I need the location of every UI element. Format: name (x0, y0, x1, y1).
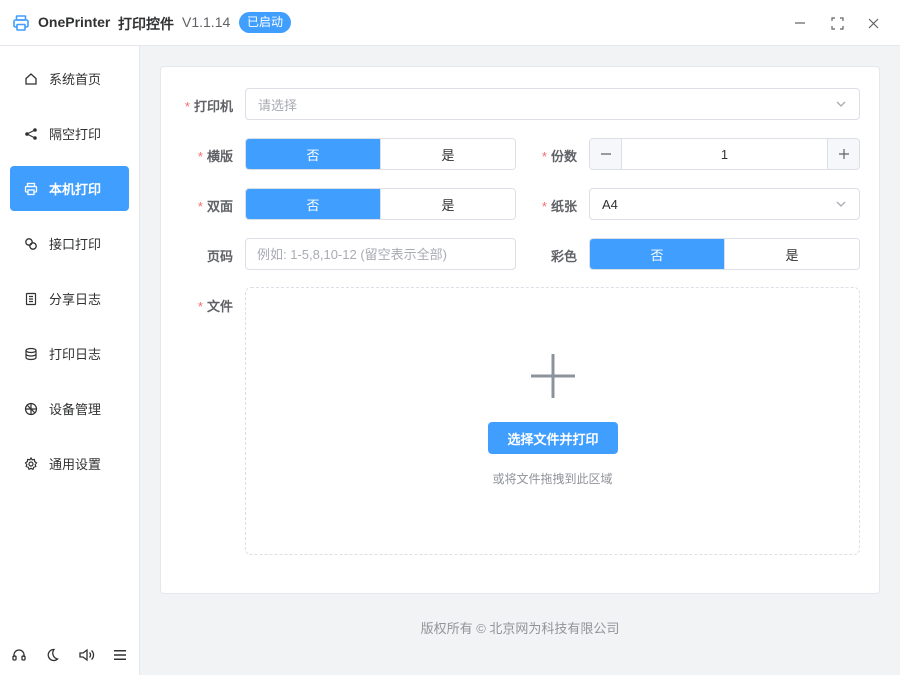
sidebar-item-print-log[interactable]: 打印日志 (10, 331, 129, 376)
printer-select[interactable]: 请选择 (245, 88, 860, 120)
link-icon (24, 237, 38, 251)
database-icon (24, 347, 38, 361)
document-icon (24, 292, 38, 306)
minimize-icon (795, 22, 805, 24)
minus-icon (600, 153, 611, 155)
color-option-no[interactable]: 否 (590, 239, 724, 269)
increment-button[interactable] (827, 139, 859, 169)
sidebar-item-label: 系统首页 (49, 72, 102, 87)
chevron-down-icon (835, 198, 847, 210)
file-label: * 文件 (197, 299, 233, 314)
paper-select[interactable]: A4 (589, 188, 860, 220)
sidebar-item-airprint[interactable]: 隔空打印 (10, 111, 129, 156)
copies-label: * 份数 (541, 149, 577, 164)
moon-icon[interactable] (44, 647, 60, 663)
color-toggle: 否 是 (589, 238, 860, 270)
sidebar-item-home[interactable]: 系统首页 (10, 56, 129, 101)
landscape-option-no[interactable]: 否 (246, 139, 380, 169)
copies-value[interactable]: 1 (622, 139, 827, 169)
paper-select-value: A4 (602, 196, 618, 212)
drop-hint: 或将文件拖拽到此区域 (492, 472, 613, 486)
device-icon (24, 402, 38, 416)
status-badge: 已启动 (239, 12, 292, 33)
color-option-yes[interactable]: 是 (724, 239, 859, 269)
sidebar-item-label: 设备管理 (49, 402, 102, 417)
printer-icon (24, 182, 38, 196)
title-bar: OnePrinter 打印控件 V1.1.14 已启动 (0, 0, 900, 46)
chevron-down-icon (835, 98, 847, 110)
sidebar-footer (0, 647, 140, 667)
volume-icon[interactable] (78, 647, 95, 663)
sidebar: 系统首页 隔空打印 本机打印 接口打印 分享日志 打印日志 设备管理 通用设置 (0, 46, 140, 675)
color-label: 彩色 (550, 249, 577, 264)
home-icon (24, 72, 38, 86)
sidebar-item-label: 分享日志 (49, 292, 102, 307)
select-file-print-button[interactable]: 选择文件并打印 (488, 422, 618, 454)
landscape-toggle: 否 是 (245, 138, 516, 170)
landscape-option-yes[interactable]: 是 (380, 139, 515, 169)
sidebar-item-label: 隔空打印 (49, 127, 102, 142)
sidebar-item-label: 通用设置 (49, 457, 102, 472)
plus-icon (838, 149, 849, 159)
pages-label: 页码 (206, 249, 233, 264)
plus-icon (529, 352, 577, 400)
paper-label: * 纸张 (541, 199, 577, 214)
sidebar-item-general-settings[interactable]: 通用设置 (10, 441, 129, 486)
duplex-toggle: 否 是 (245, 188, 516, 220)
main-content: * 打印机 请选择 * 横版 否 是 * 份数 1 * 双面 否 是 * 纸张 … (140, 46, 900, 675)
landscape-label: * 横版 (197, 149, 233, 164)
pages-input[interactable] (245, 238, 516, 270)
close-icon (868, 18, 878, 28)
printer-select-placeholder: 请选择 (258, 97, 298, 113)
app-name: OnePrinter (38, 14, 111, 30)
decrement-button[interactable] (590, 139, 622, 169)
minimize-button[interactable] (790, 13, 810, 33)
file-dropzone[interactable]: 选择文件并打印 或将文件拖拽到此区域 (245, 287, 860, 555)
menu-icon[interactable] (113, 647, 129, 663)
copies-stepper: 1 (589, 138, 860, 170)
duplex-option-yes[interactable]: 是 (380, 189, 515, 219)
sidebar-item-label: 接口打印 (49, 237, 102, 252)
sidebar-item-label: 本机打印 (49, 182, 102, 197)
sidebar-item-api-print[interactable]: 接口打印 (10, 221, 129, 266)
headset-icon[interactable] (11, 647, 27, 663)
printer-logo-icon (12, 14, 30, 32)
duplex-label: * 双面 (197, 199, 233, 214)
app-subtitle: 打印控件 (118, 16, 174, 32)
printer-label: * 打印机 (184, 99, 233, 114)
sidebar-item-label: 打印日志 (49, 347, 102, 362)
gear-icon (24, 456, 38, 471)
copyright: 版权所有 © 北京网为科技有限公司 (420, 621, 620, 636)
maximize-button[interactable] (827, 13, 847, 33)
maximize-icon (830, 16, 844, 30)
sidebar-item-device-management[interactable]: 设备管理 (10, 386, 129, 431)
close-button[interactable] (863, 13, 883, 33)
app-version: V1.1.14 (182, 14, 231, 30)
share-icon (24, 127, 38, 141)
sidebar-item-local-print[interactable]: 本机打印 (10, 166, 129, 211)
duplex-option-no[interactable]: 否 (246, 189, 380, 219)
print-form-card: * 打印机 请选择 * 横版 否 是 * 份数 1 * 双面 否 是 * 纸张 … (160, 66, 880, 594)
sidebar-item-share-log[interactable]: 分享日志 (10, 276, 129, 321)
